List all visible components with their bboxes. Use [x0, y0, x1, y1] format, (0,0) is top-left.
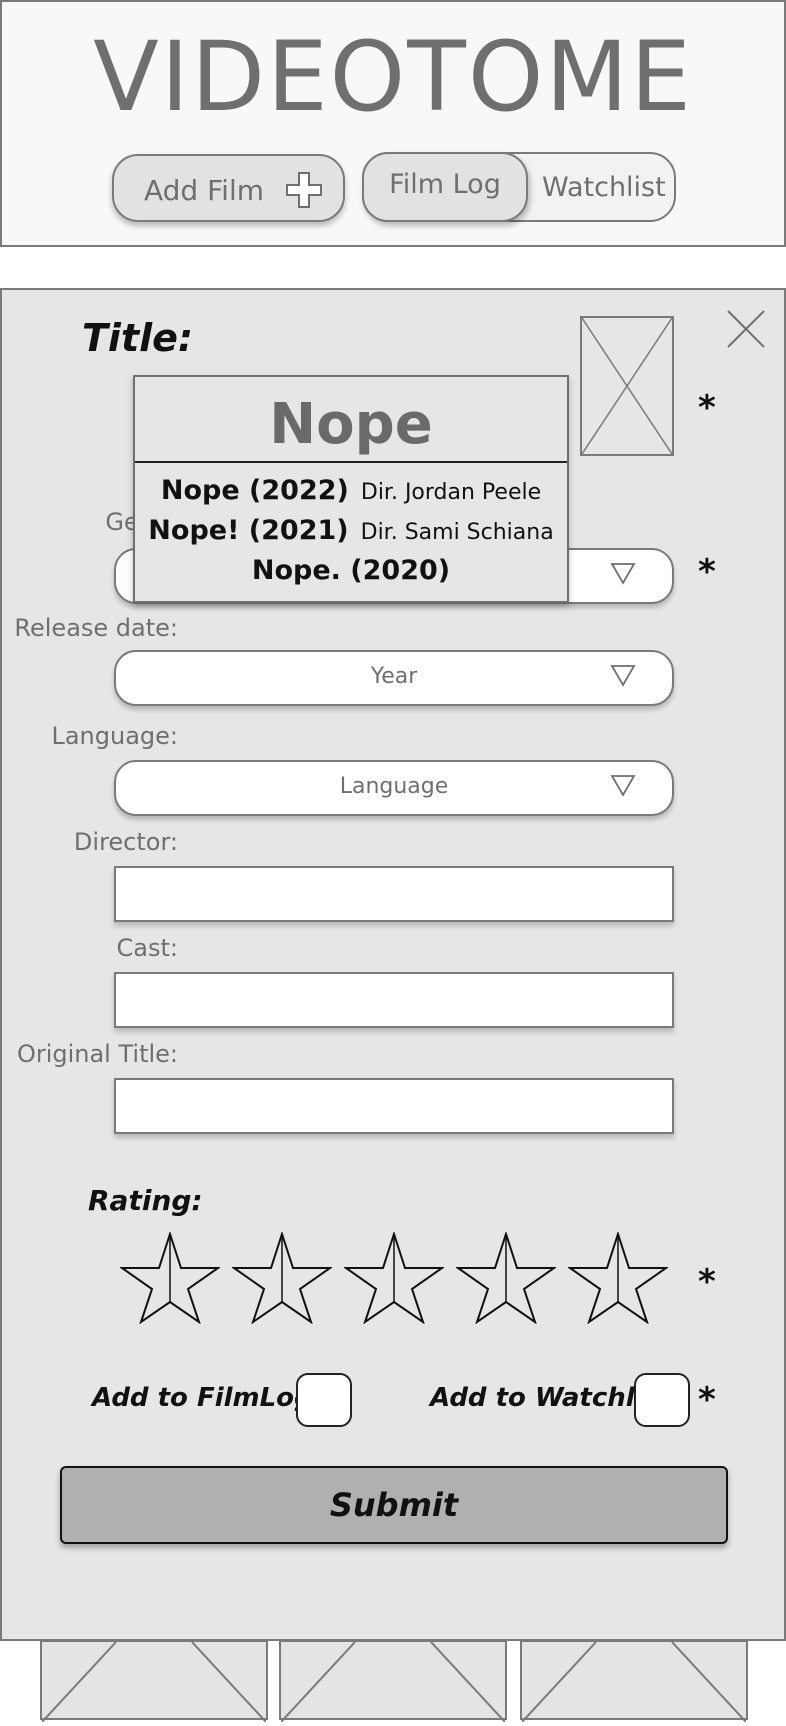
add-to-filmlog-checkbox[interactable] — [296, 1373, 352, 1427]
language-label: Language: — [51, 722, 178, 750]
plus-icon — [286, 172, 322, 208]
original-title-label: Original Title: — [16, 1040, 178, 1068]
star-icon[interactable] — [232, 1232, 332, 1324]
dropdown-triangle-icon — [610, 665, 636, 687]
star-icon[interactable] — [456, 1232, 556, 1324]
image-placeholder-icon — [581, 317, 673, 455]
image-placeholder-icon — [41, 1641, 267, 1723]
title-autocomplete-popup: Nope Nope (2022) Dir. Jordan Peele Nope! … — [133, 375, 569, 603]
image-placeholder-icon — [521, 1641, 747, 1723]
suggestion-director: Dir. Sami Schiana — [360, 520, 554, 545]
suggestion-title: Nope (2022) — [160, 475, 349, 506]
required-marker: * — [698, 552, 716, 592]
cast-label: Cast: — [116, 934, 178, 962]
suggestion-item[interactable]: Nope. (2020) — [135, 555, 567, 586]
star-icon[interactable] — [120, 1232, 220, 1324]
star-icon[interactable] — [568, 1232, 668, 1324]
suggestion-title: Nope! (2021) — [148, 515, 349, 546]
release-year-value: Year — [370, 664, 418, 689]
image-placeholder-icon — [280, 1641, 506, 1723]
dropdown-triangle-icon — [610, 775, 636, 797]
view-segmented-control: Film Log Watchlist — [362, 152, 676, 222]
film-poster-placeholder[interactable] — [40, 1640, 268, 1723]
required-marker: * — [698, 1262, 716, 1302]
rating-label: Rating: — [88, 1184, 203, 1217]
submit-button[interactable]: Submit — [60, 1466, 728, 1544]
tab-film-log[interactable]: Film Log — [362, 152, 528, 222]
dropdown-triangle-icon — [610, 563, 636, 585]
film-poster-placeholder[interactable] — [279, 1640, 507, 1723]
film-poster-placeholder[interactable] — [520, 1640, 748, 1723]
close-icon[interactable] — [725, 308, 767, 350]
release-date-label: Release date: — [14, 614, 178, 642]
director-label: Director: — [73, 828, 178, 856]
add-film-label: Add Film — [144, 174, 265, 207]
suggestion-item[interactable]: Nope (2022) Dir. Jordan Peele — [135, 475, 567, 506]
poster-upload-placeholder[interactable] — [580, 316, 674, 456]
director-input[interactable] — [114, 866, 674, 922]
title-search-input[interactable]: Nope — [135, 377, 567, 463]
suggestion-director: Dir. Jordan Peele — [360, 480, 542, 505]
suggestion-title: Nope. (2020) — [251, 555, 451, 586]
cast-input[interactable] — [114, 972, 674, 1028]
suggestion-item[interactable]: Nope! (2021) Dir. Sami Schiana — [135, 515, 567, 546]
tab-watchlist[interactable]: Watchlist — [542, 172, 666, 203]
star-icon[interactable] — [344, 1232, 444, 1324]
required-marker: * — [698, 1380, 716, 1420]
original-title-input[interactable] — [114, 1078, 674, 1134]
release-year-dropdown[interactable]: Year — [114, 650, 674, 706]
app-title: VIDEOTOME — [93, 21, 693, 133]
add-film-button[interactable]: Add Film — [112, 154, 345, 222]
add-to-watchlist-checkbox[interactable] — [634, 1373, 690, 1427]
add-to-filmlog-label: Add to FilmLog — [92, 1383, 313, 1413]
language-dropdown[interactable]: Language — [114, 760, 674, 816]
title-label: Title: — [82, 316, 194, 360]
required-marker: * — [698, 388, 716, 428]
language-value: Language — [339, 774, 449, 799]
